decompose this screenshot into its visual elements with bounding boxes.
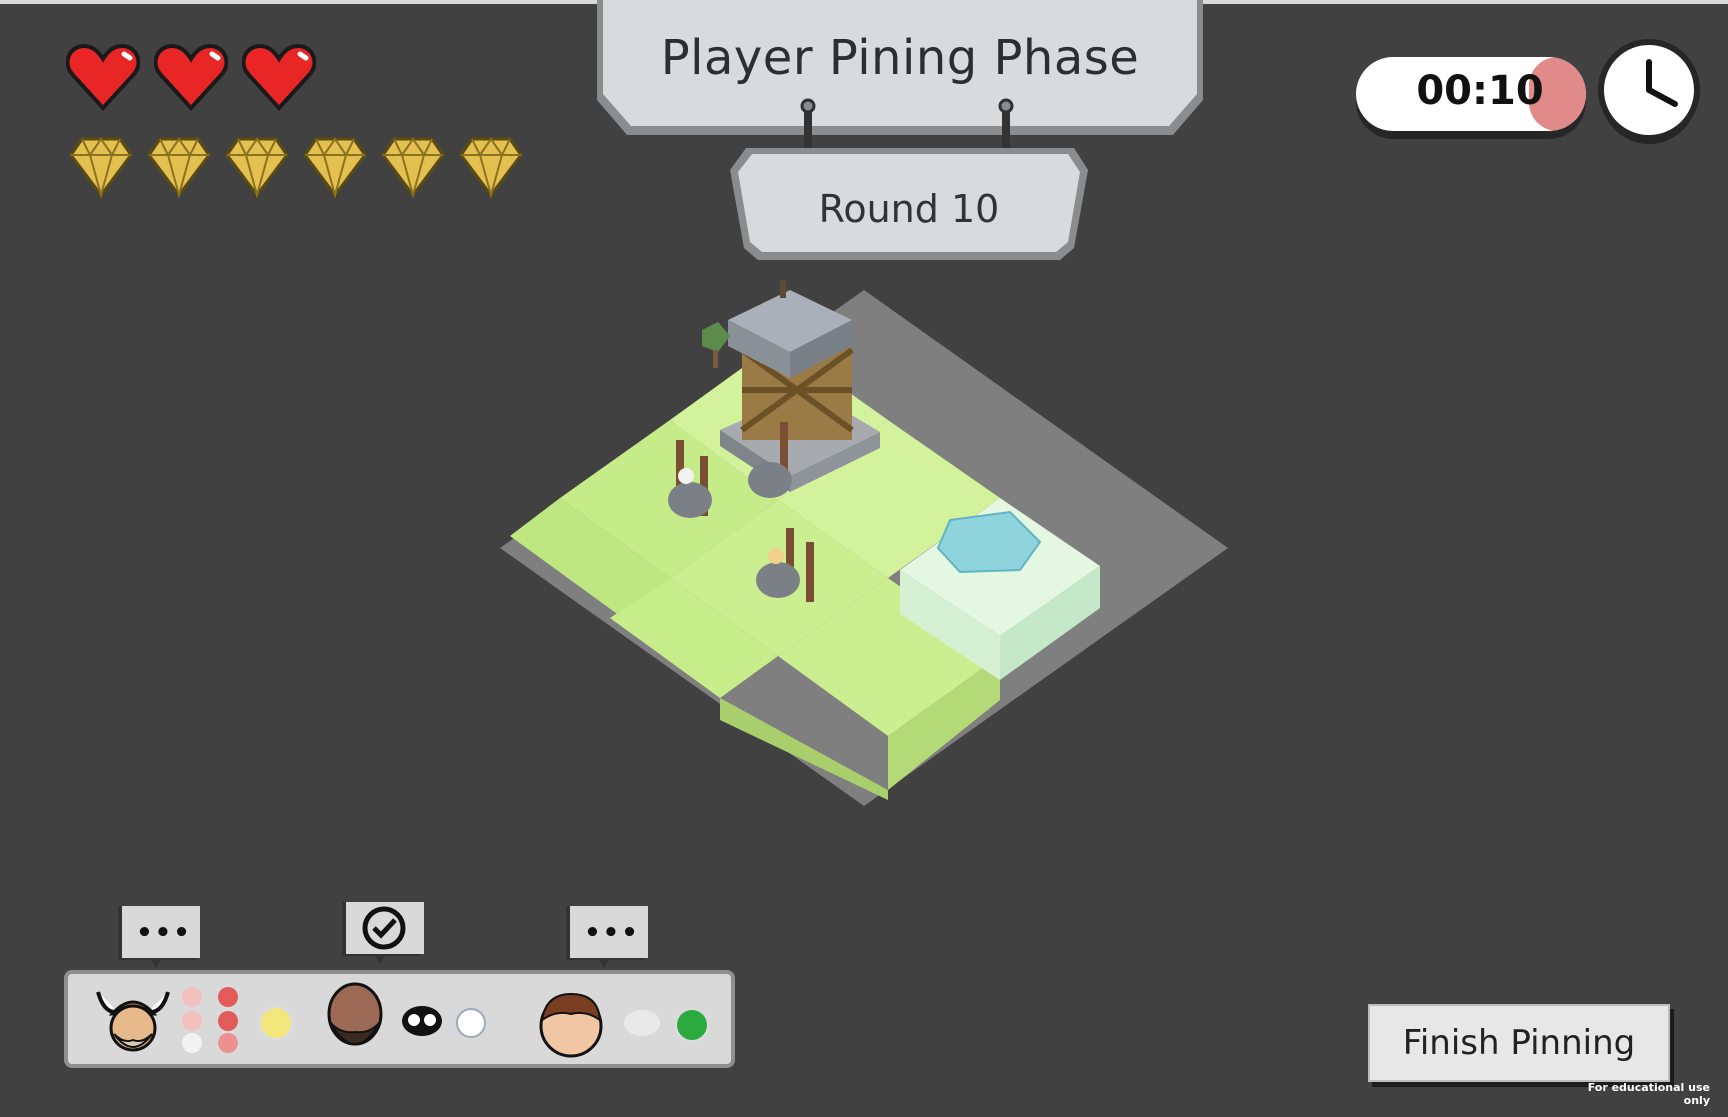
skull-icon — [624, 1010, 660, 1036]
heart-icon — [242, 43, 316, 111]
game-board[interactable] — [480, 280, 1240, 820]
gem-icon — [69, 137, 133, 199]
heart-icon — [66, 43, 140, 111]
gems-row — [68, 133, 524, 199]
finish-pinning-button[interactable]: Finish Pinning — [1368, 1004, 1670, 1082]
timer-text: 00:10 — [1416, 68, 1544, 114]
gem-icon — [381, 137, 445, 199]
educational-note: For educational use only — [1587, 1081, 1710, 1107]
gem-icon — [303, 137, 367, 199]
skulls-group — [182, 987, 238, 1053]
viking-avatar-icon — [96, 991, 170, 1052]
ready-bubble — [342, 902, 424, 964]
round-label: Round 10 — [818, 187, 1000, 231]
lives-row — [66, 42, 316, 112]
status-dot — [675, 1008, 709, 1042]
status-dot — [259, 1006, 293, 1040]
bearded-man-avatar-icon — [327, 982, 383, 1046]
unknown-dot — [456, 1008, 486, 1038]
tree — [702, 322, 730, 368]
gem-icon — [459, 137, 523, 199]
phase-title: Player Pining Phase — [660, 30, 1140, 86]
gem-icon — [225, 137, 289, 199]
skull-icon — [402, 1006, 442, 1036]
gem-icon — [147, 137, 211, 199]
bubble-text: ••• — [584, 918, 640, 948]
heart-icon — [154, 43, 228, 111]
bubble-text: ••• — [136, 918, 192, 948]
brown-hair-avatar-icon — [539, 992, 603, 1058]
clock-icon — [1598, 39, 1700, 144]
